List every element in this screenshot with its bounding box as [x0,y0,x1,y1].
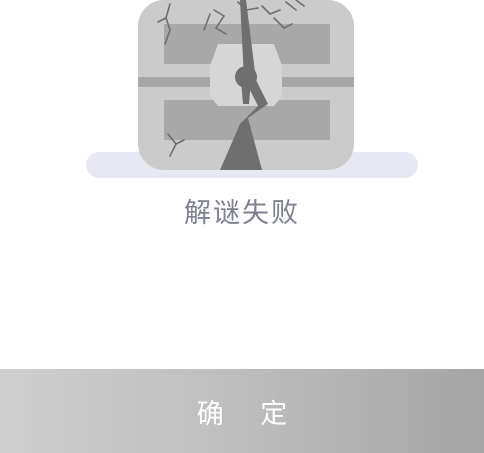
result-message: 解谜失败 [184,198,300,229]
broken-treasure-chest-icon [86,0,418,180]
puzzle-result-dialog: 解谜失败 确 定 [0,0,484,453]
confirm-button[interactable]: 确 定 [0,369,484,453]
